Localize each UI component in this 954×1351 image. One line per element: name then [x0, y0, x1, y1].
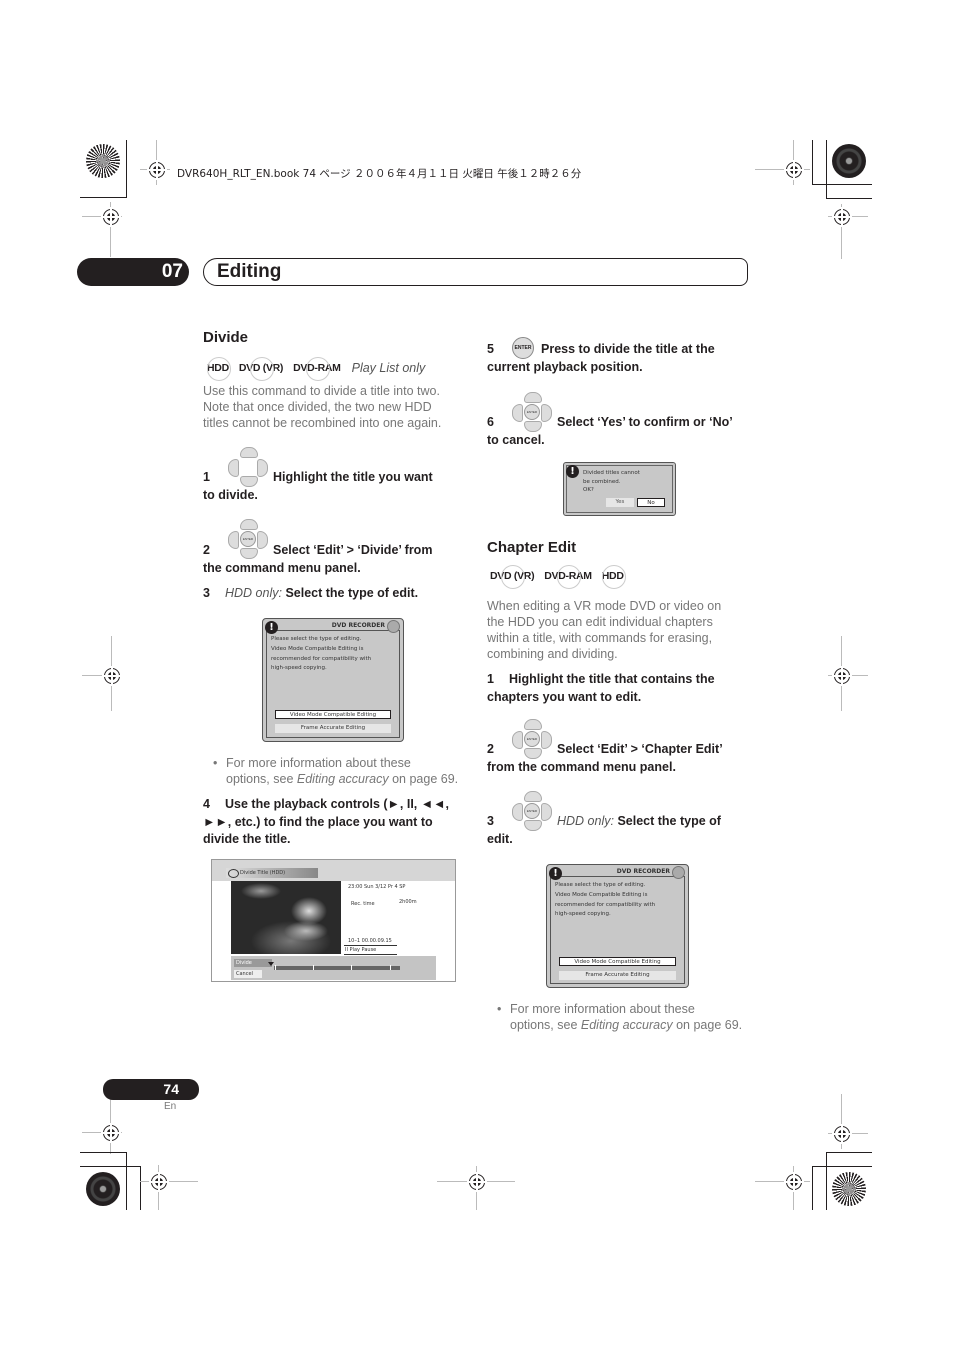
divide-step-4: 4 Use the playback controls (►, II, ◄◄, ►…	[203, 797, 449, 846]
badge-dvd-vr: DVD (VR)	[489, 565, 535, 589]
option-frame-accurate[interactable]: Frame Accurate Editing	[275, 724, 391, 733]
chapter-edit-step-3: 3 HDD only: Select the type of edit.	[487, 814, 721, 846]
link-editing-accuracy[interactable]: Editing accuracy	[297, 772, 389, 786]
chapter-edit-step-2: 2 Select ‘Edit’ > ‘Chapter Edit’ from the…	[487, 742, 723, 774]
video-preview	[231, 881, 341, 954]
language-code: En	[164, 1101, 177, 1112]
disc-icon	[672, 866, 685, 879]
divide-step-1: 1 Highlight the title you want to divide.	[203, 470, 433, 502]
chapter-edit-intro: When editing a VR mode DVD or video on th…	[487, 599, 722, 661]
format-badges: DVD (VR) DVD-RAM HDD	[489, 565, 626, 589]
no-button[interactable]: No	[637, 498, 665, 507]
cancel-button[interactable]: Cancel	[234, 970, 262, 978]
badge-hdd: HDD	[206, 357, 231, 381]
registration-target-icon	[102, 666, 122, 686]
disc-icon	[387, 620, 400, 633]
registration-starburst-icon	[832, 144, 866, 178]
registration-target-icon	[832, 1124, 852, 1144]
format-badges: HDD DVD (VR) DVD-RAM Play List only	[206, 357, 426, 381]
dialog-title: DVD RECORDER	[331, 622, 385, 629]
title-timeline[interactable]	[274, 966, 400, 970]
divide-bullet-note: • For more information about these optio…	[213, 756, 459, 786]
registration-starburst-icon	[86, 144, 120, 178]
badge-dvd-ram: DVD-RAM	[292, 357, 341, 381]
registration-target-icon	[832, 666, 852, 686]
chapter-edit-step-1: 1 Highlight the title that contains the c…	[487, 672, 715, 704]
registration-target-icon	[467, 1172, 487, 1192]
registration-target-icon	[101, 207, 121, 227]
section-heading-chapter-edit: Chapter Edit	[487, 539, 577, 556]
registration-target-icon	[784, 1172, 804, 1192]
registration-target-icon	[149, 1172, 169, 1192]
chapter-title-frame	[203, 258, 748, 286]
registration-target-icon	[101, 1123, 121, 1143]
badge-note: Play List only	[351, 361, 426, 375]
chapter-title: Editing	[217, 261, 282, 282]
section-heading-divide: Divide	[203, 329, 249, 346]
rec-time-value: 2h00m	[399, 899, 417, 905]
recording-info: 23:00 Sun 3/12 Pr 4 SP	[348, 884, 406, 890]
divide-step-2: 2 Select ‘Edit’ > ‘Divide’ from the comma…	[203, 543, 433, 575]
warning-icon: !	[265, 621, 278, 634]
badge-dvd-vr: DVD (VR)	[238, 357, 284, 381]
page-number: 74	[103, 1079, 199, 1100]
hdd-icon	[228, 869, 239, 878]
warning-icon: !	[566, 465, 579, 478]
registration-starburst-icon	[86, 1172, 120, 1206]
option-video-mode-compatible[interactable]: Video Mode Compatible Editing	[275, 710, 391, 719]
print-header: DVR640H_RLT_EN.book 74 ページ ２００６年４月１１日 火曜…	[177, 168, 582, 180]
yes-button[interactable]: Yes	[606, 498, 634, 507]
dialog-message: Please select the type of editing. Video …	[271, 636, 372, 672]
divide-step-6: 6 Select ‘Yes’ to confirm or ‘No’ to canc…	[487, 415, 733, 447]
registration-target-icon	[832, 207, 852, 227]
link-editing-accuracy[interactable]: Editing accuracy	[581, 1018, 673, 1032]
chapter-edit-bullet-note: • For more information about these optio…	[497, 1002, 743, 1032]
playback-status: II Play Pause	[345, 947, 377, 953]
divide-button[interactable]: Divide	[234, 959, 272, 967]
warning-icon: !	[549, 867, 562, 880]
registration-target-icon	[784, 160, 804, 180]
edit-type-dialog: ! DVD RECORDER Please select the type of…	[262, 618, 404, 742]
dialog-title: DVD RECORDER	[616, 868, 670, 875]
confirm-dialog: ! Divided titles cannot be combined. OK? Y…	[563, 462, 676, 516]
divide-step-5: 5 Press to divide the title at the curren…	[487, 342, 715, 374]
badge-hdd: HDD	[601, 565, 626, 589]
playback-position: 10–1 00.00.09.15	[348, 938, 392, 944]
registration-target-icon	[147, 160, 167, 180]
rec-time-label: Rec. time	[351, 901, 375, 907]
screen-title-bar: Divide Title (HDD)	[226, 868, 318, 878]
position-marker-icon	[268, 962, 274, 966]
chapter-number: 07	[77, 258, 189, 286]
divide-title-screen: Divide Title (HDD) 23:00 Sun 3/12 Pr 4 S…	[211, 859, 456, 982]
dialog-message: Please select the type of editing. Video …	[555, 882, 656, 918]
confirm-message: Divided titles cannot be combined. OK?	[583, 470, 640, 493]
registration-starburst-icon	[832, 1172, 866, 1206]
divide-intro: Use this command to divide a title into …	[203, 384, 442, 430]
option-frame-accurate[interactable]: Frame Accurate Editing	[559, 971, 676, 980]
divide-step-3: 3 HDD only: Select the type of edit.	[203, 586, 419, 600]
edit-type-dialog: ! DVD RECORDER Please select the type of…	[546, 864, 689, 988]
option-video-mode-compatible[interactable]: Video Mode Compatible Editing	[559, 957, 676, 966]
badge-dvd-ram: DVD-RAM	[543, 565, 592, 589]
